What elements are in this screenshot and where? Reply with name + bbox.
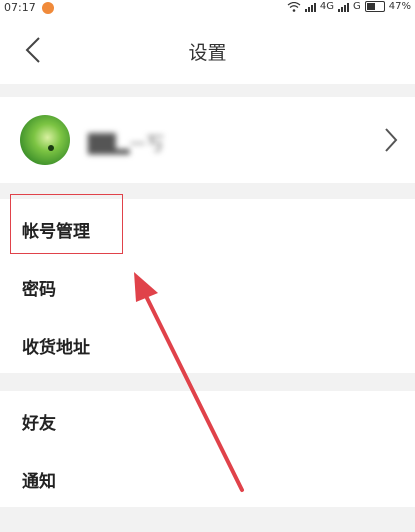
status-indicators: 4G G 47% <box>287 1 411 12</box>
battery-icon <box>364 1 385 12</box>
signal-icon-2 <box>338 2 350 12</box>
settings-item-label: 密码 <box>22 280 56 300</box>
signal-icon <box>304 2 316 12</box>
settings-item-account-management[interactable]: 帐号管理 <box>0 199 415 257</box>
settings-item-shipping-address[interactable]: 收货地址 <box>0 315 415 373</box>
settings-item-password[interactable]: 密码 <box>0 257 415 315</box>
page-title: 设置 <box>188 42 227 64</box>
battery-percent: 47% <box>388 1 411 12</box>
settings-item-friends[interactable]: 好友 <box>0 391 415 449</box>
settings-item-label: 收货地址 <box>22 338 90 358</box>
wifi-icon <box>287 1 301 12</box>
username: ██▂ᅳ丂 <box>88 134 165 155</box>
notification-icon <box>42 2 54 14</box>
settings-group-account: 帐号管理 密码 收货地址 <box>0 199 415 373</box>
settings-item-label: 好友 <box>22 414 56 434</box>
header: 设置 <box>0 16 415 84</box>
network-type: 4G <box>319 1 335 12</box>
status-time: 07:17 <box>4 1 36 14</box>
profile-row[interactable]: ██▂ᅳ丂 <box>0 97 415 183</box>
settings-group-social: 好友 通知 <box>0 391 415 507</box>
network-type-2: G <box>353 1 361 12</box>
status-bar: 07:17 4G G 47% <box>0 0 415 16</box>
settings-item-label: 帐号管理 <box>22 222 90 242</box>
settings-item-label: 通知 <box>22 472 56 492</box>
chevron-right-icon <box>385 128 398 152</box>
avatar <box>20 115 70 165</box>
settings-item-notifications[interactable]: 通知 <box>0 449 415 507</box>
